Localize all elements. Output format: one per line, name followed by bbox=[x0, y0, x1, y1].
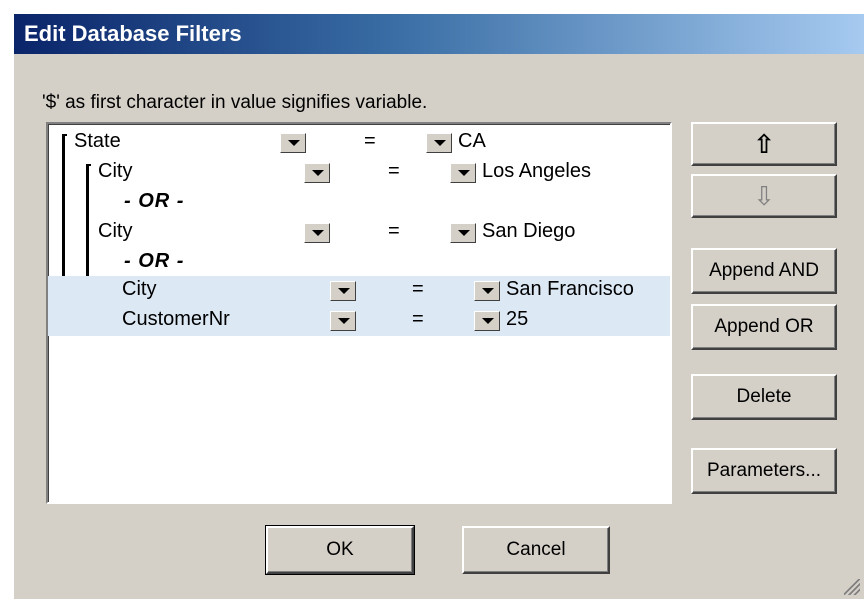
filter-operator: = bbox=[364, 130, 376, 152]
ok-button[interactable]: OK bbox=[265, 525, 415, 575]
resize-grip-icon[interactable] bbox=[844, 579, 860, 595]
filter-row-city-san-diego[interactable]: City = San Diego bbox=[48, 218, 670, 248]
filter-field: City bbox=[98, 160, 133, 182]
value-dropdown-button[interactable] bbox=[474, 311, 500, 331]
filter-value[interactable]: Los Angeles bbox=[482, 160, 591, 183]
field-dropdown-button[interactable] bbox=[330, 281, 356, 301]
filter-row-customernr[interactable]: CustomerNr = 25 bbox=[48, 306, 670, 336]
filter-row-state[interactable]: State = CA bbox=[48, 128, 670, 158]
filter-operator: = bbox=[388, 220, 400, 242]
value-dropdown-button[interactable] bbox=[450, 223, 476, 243]
field-dropdown-button[interactable] bbox=[304, 223, 330, 243]
filter-operator: = bbox=[412, 308, 424, 330]
append-or-button[interactable]: Append OR bbox=[691, 304, 837, 350]
or-separator: - OR - bbox=[124, 250, 185, 272]
delete-button[interactable]: Delete bbox=[691, 374, 837, 420]
filter-value[interactable]: San Diego bbox=[482, 220, 575, 243]
filter-field: City bbox=[122, 278, 157, 300]
arrow-up-icon: ⇧ bbox=[753, 128, 775, 159]
filter-field: CustomerNr bbox=[122, 308, 230, 330]
append-and-button[interactable]: Append AND bbox=[691, 248, 837, 294]
filter-row-city-san-francisco[interactable]: City = San Francisco bbox=[48, 276, 670, 306]
filter-value[interactable]: San Francisco bbox=[506, 278, 634, 301]
field-dropdown-button[interactable] bbox=[330, 311, 356, 331]
filter-row-city-los-angeles[interactable]: City = Los Angeles bbox=[48, 158, 670, 188]
arrow-down-icon: ⇩ bbox=[753, 180, 775, 211]
filter-field: City bbox=[98, 220, 133, 242]
filter-value[interactable]: 25 bbox=[506, 308, 528, 331]
variable-hint-label: '$' as first character in value signifie… bbox=[42, 92, 428, 113]
filter-list[interactable]: State = CA City = Los Angeles - OR - Cit… bbox=[46, 122, 672, 504]
move-down-button[interactable]: ⇩ bbox=[691, 174, 837, 218]
field-dropdown-button[interactable] bbox=[280, 133, 306, 153]
value-dropdown-button[interactable] bbox=[450, 163, 476, 183]
filter-operator: = bbox=[412, 278, 424, 300]
filter-value[interactable]: CA bbox=[458, 130, 486, 153]
cancel-button[interactable]: Cancel bbox=[462, 526, 610, 574]
edit-database-filters-dialog: Edit Database Filters '$' as first chara… bbox=[12, 12, 864, 599]
dialog-title: Edit Database Filters bbox=[14, 14, 864, 54]
filter-operator: = bbox=[388, 160, 400, 182]
field-dropdown-button[interactable] bbox=[304, 163, 330, 183]
move-up-button[interactable]: ⇧ bbox=[691, 122, 837, 166]
filter-field: State bbox=[74, 130, 121, 152]
value-dropdown-button[interactable] bbox=[426, 133, 452, 153]
value-dropdown-button[interactable] bbox=[474, 281, 500, 301]
parameters-button[interactable]: Parameters... bbox=[691, 448, 837, 494]
or-separator: - OR - bbox=[124, 190, 185, 212]
